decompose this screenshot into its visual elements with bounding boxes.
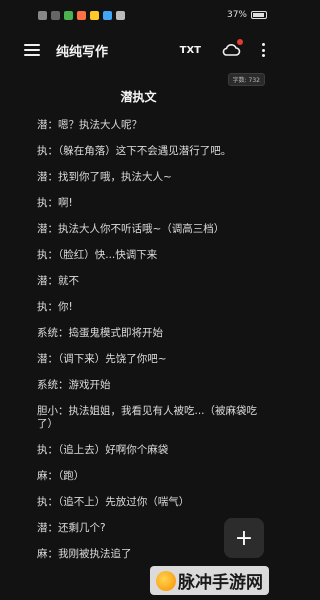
document-body[interactable]: 潜：嗯？执法大人呢？ 执：（躲在角落）这下不会遇见潜行了吧。 潜：找到你了哦，执法大… — [37, 119, 267, 574]
add-button[interactable]: + — [224, 518, 264, 558]
mail-icon — [64, 10, 73, 20]
more-options-icon[interactable] — [259, 43, 267, 57]
paragraph: 系统：捣蛋鬼模式即将开始 — [37, 327, 163, 339]
paragraph: 潜：就不 — [37, 275, 79, 287]
word-count-badge: 字数: 732 — [227, 73, 265, 86]
signal-icon — [38, 10, 47, 20]
paragraph: 执：（追不上）先放过你（喘气） — [37, 496, 190, 508]
paragraph: 潜：执法大人你不听话哦~（调高三档） — [37, 223, 225, 235]
app-icon — [90, 10, 99, 20]
paragraph: 执：啊! — [37, 197, 73, 209]
paragraph: 执：（躲在角落）这下不会遇见潜行了吧。 — [37, 145, 232, 157]
watermark-logo-icon — [156, 570, 176, 591]
document-title: 潜执文 — [120, 90, 157, 104]
paragraph: 执：你! — [37, 301, 73, 313]
battery-icon — [251, 11, 267, 19]
status-bar: 37% — [0, 0, 277, 30]
notification-dot — [237, 39, 243, 45]
paragraph: 执：（追上去）好啊你个麻袋 — [37, 444, 169, 456]
status-icons-right: 37% — [227, 10, 267, 20]
status-icons-left — [38, 10, 125, 20]
paragraph: 潜：找到你了哦，执法大人~ — [37, 171, 172, 183]
paragraph: 潜：（调下来）先饶了你吧~ — [37, 353, 167, 365]
watermark: 脉冲手游网 — [150, 566, 269, 595]
paragraph: 系统：游戏开始 — [37, 379, 111, 391]
menu-icon[interactable] — [24, 44, 40, 56]
cloud-sync-button[interactable] — [221, 39, 243, 58]
paragraph: 胆小：执法姐姐，我看见有人被吃...（被麻袋吃了） — [37, 405, 258, 430]
paragraph: 麻：（跑） — [37, 470, 85, 482]
battery-percent: 37% — [226, 10, 247, 20]
paragraph: 潜：嗯？执法大人呢？ — [37, 119, 142, 131]
paragraph: 执：（脸红）快...快调下来 — [37, 249, 158, 261]
hd-badge — [51, 10, 60, 20]
app-icon — [103, 10, 112, 20]
txt-export-button[interactable]: TXT — [180, 45, 201, 56]
watermark-text: 脉冲手游网 — [178, 573, 263, 593]
wifi-icon — [116, 10, 125, 20]
app-icon — [77, 10, 86, 20]
app-bar: 纯纯写作 TXT — [0, 30, 277, 70]
app-title: 纯纯写作 — [56, 44, 109, 60]
